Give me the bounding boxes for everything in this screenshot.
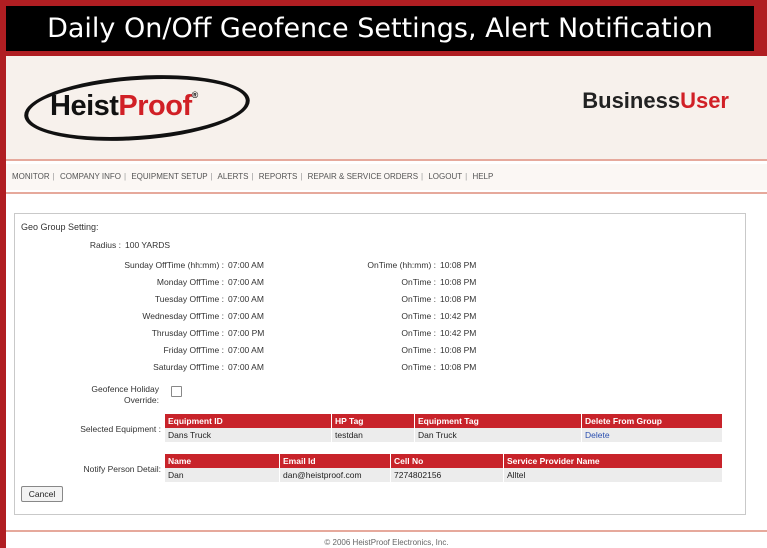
tuesday-off-label: Tuesday OffTime : (154, 294, 224, 304)
column-header: HP Tag (331, 414, 415, 428)
table-row: Dan dan@heistproof.com 7274802156 Alltel (165, 468, 723, 482)
wednesday-off-time: 07:00 AM (228, 311, 264, 321)
tuesday-on-time: 10:08 PM (440, 294, 477, 304)
table-cell: dan@heistproof.com (279, 468, 391, 482)
table-cell: 7274802156 (390, 468, 504, 482)
thursday-on-time: 10:42 PM (440, 328, 477, 338)
radius-value: 100 YARDS (125, 240, 171, 250)
sunday-on-time: 10:08 PM (440, 260, 477, 270)
section-title: Geo Group Setting: (21, 222, 99, 232)
table-cell: Dans Truck (165, 428, 332, 442)
nav-item-help[interactable]: HELP (472, 172, 493, 181)
heistproof-logo[interactable]: HeistProof® (20, 66, 252, 148)
cancel-button[interactable]: Cancel (21, 486, 63, 502)
app-window: HeistProof® BusinessUser MONITOR | COMPAN… (6, 56, 767, 548)
table-cell: testdan (331, 428, 415, 442)
column-header: Name (165, 454, 280, 468)
nav-item-alerts[interactable]: ALERTS (217, 172, 248, 181)
notify-person-label: Notify Person Detail: (83, 464, 161, 474)
sunday-on-label: OnTime (hh:mm) : (367, 260, 436, 270)
friday-off-label: Friday OffTime : (163, 345, 224, 355)
friday-off-time: 07:00 AM (228, 345, 264, 355)
nav-separator: | (52, 172, 55, 181)
nav-item-monitor[interactable]: MONITOR (12, 172, 50, 181)
sunday-off-label: Sunday OffTime (hh:mm) : (124, 260, 224, 270)
nav-item-repair-service-orders[interactable]: REPAIR & SERVICE ORDERS (308, 172, 418, 181)
column-header: Delete From Group (581, 414, 723, 428)
table-header-row: Equipment ID HP Tag Equipment Tag Delete… (165, 414, 723, 428)
thursday-off-label: Thrusday OffTime : (151, 328, 224, 338)
holiday-override-label-2: Override: (124, 395, 159, 405)
footer-copyright: © 2006 HeistProof Electronics, Inc. (324, 538, 449, 547)
notify-table: Name Email Id Cell No Service Provider N… (165, 454, 723, 482)
equipment-table: Equipment ID HP Tag Equipment Tag Delete… (165, 414, 723, 442)
table-cell: Dan Truck (414, 428, 582, 442)
footer-divider (6, 530, 767, 532)
business-user-label: BusinessUser (582, 88, 729, 113)
holiday-override-checkbox[interactable] (171, 386, 182, 397)
nav-separator: | (251, 172, 254, 181)
column-header: Equipment ID (165, 414, 332, 428)
wednesday-off-label: Wednesday OffTime : (142, 311, 224, 321)
nav-separator: | (465, 172, 468, 181)
column-header: Equipment Tag (414, 414, 582, 428)
header-divider (6, 159, 767, 161)
main-nav: MONITOR | COMPANY INFO | EQUIPMENT SETUP | … (6, 164, 767, 190)
nav-divider (6, 192, 767, 194)
geo-group-panel: Geo Group Setting: Radius : 100 YARDS Su… (14, 213, 746, 515)
delete-link[interactable]: Delete (581, 428, 723, 442)
wednesday-on-time: 10:42 PM (440, 311, 477, 321)
nav-separator: | (300, 172, 303, 181)
saturday-on-label: OnTime : (401, 362, 436, 372)
sunday-off-time: 07:00 AM (228, 260, 264, 270)
title-banner: Daily On/Off Geofence Settings, Alert No… (6, 6, 754, 51)
monday-on-time: 10:08 PM (440, 277, 477, 287)
holiday-override-label: Geofence Holiday (91, 384, 159, 394)
saturday-off-time: 07:00 AM (228, 362, 264, 372)
nav-separator: | (210, 172, 213, 181)
tuesday-on-label: OnTime : (401, 294, 436, 304)
monday-off-label: Monday OffTime : (156, 277, 224, 287)
monday-off-time: 07:00 AM (228, 277, 264, 287)
saturday-on-time: 10:08 PM (440, 362, 477, 372)
thursday-on-label: OnTime : (401, 328, 436, 338)
column-header: Service Provider Name (503, 454, 723, 468)
column-header: Cell No (390, 454, 504, 468)
nav-item-company-info[interactable]: COMPANY INFO (60, 172, 121, 181)
monday-on-label: OnTime : (401, 277, 436, 287)
saturday-off-label: Saturday OffTime : (153, 362, 224, 372)
nav-item-reports[interactable]: REPORTS (259, 172, 298, 181)
logo-wordmark: HeistProof® (50, 90, 198, 122)
table-row: Dans Truck testdan Dan Truck Delete (165, 428, 723, 442)
table-cell: Alltel (503, 468, 723, 482)
wednesday-on-label: OnTime : (401, 311, 436, 321)
tuesday-off-time: 07:00 AM (228, 294, 264, 304)
radius-label: Radius : (89, 240, 121, 250)
selected-equipment-label: Selected Equipment : (80, 424, 161, 434)
nav-separator: | (124, 172, 127, 181)
table-header-row: Name Email Id Cell No Service Provider N… (165, 454, 723, 468)
friday-on-label: OnTime : (401, 345, 436, 355)
thursday-off-time: 07:00 PM (228, 328, 265, 338)
nav-item-equipment-setup[interactable]: EQUIPMENT SETUP (131, 172, 207, 181)
column-header: Email Id (279, 454, 391, 468)
friday-on-time: 10:08 PM (440, 345, 477, 355)
table-cell: Dan (165, 468, 280, 482)
page-header: HeistProof® BusinessUser (6, 56, 767, 159)
nav-separator: | (421, 172, 424, 181)
nav-item-logout[interactable]: LOGOUT (428, 172, 462, 181)
